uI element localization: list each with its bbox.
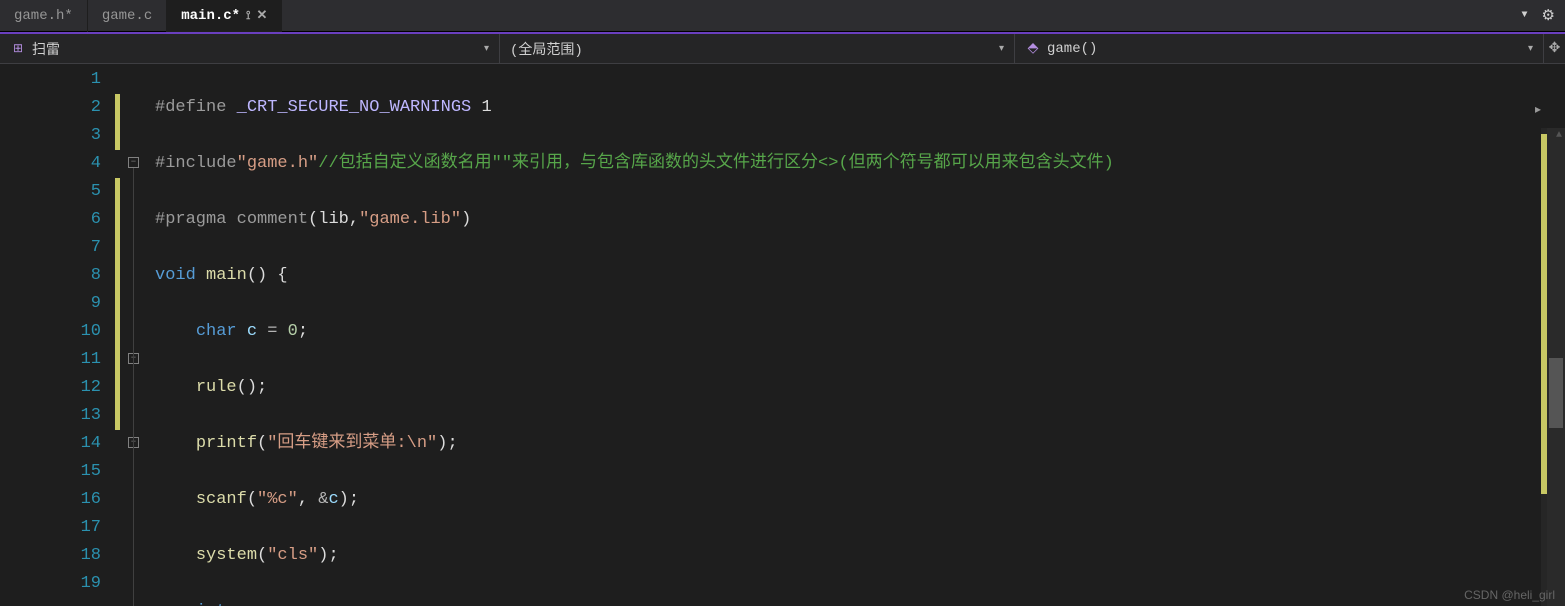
fold-guide	[133, 168, 134, 606]
nav-project-label: 扫雷	[32, 39, 60, 59]
scroll-split-icon[interactable]: ▸	[1535, 102, 1541, 117]
line-number: 18	[0, 542, 101, 570]
scrollbar-thumb[interactable]	[1549, 358, 1563, 428]
line-number: 8	[0, 262, 101, 290]
line-number: 9	[0, 290, 101, 318]
line-number: 2	[0, 94, 101, 122]
line-number: 7	[0, 234, 101, 262]
change-marker	[115, 94, 120, 150]
chevron-down-icon: ▾	[1528, 43, 1533, 55]
nav-scope-label: (全局范围)	[510, 39, 583, 59]
tab-overflow-icon[interactable]: ▼	[1522, 10, 1528, 21]
tab-bar: game.h* game.c main.c* ⟟ ✕ ▼ ⚙	[0, 0, 1565, 32]
fold-gutter: − − −	[115, 64, 155, 606]
tab-label: game.c	[102, 8, 152, 24]
line-number: 10	[0, 318, 101, 346]
gear-icon[interactable]: ⚙	[1542, 6, 1555, 25]
tab-game-c[interactable]: game.c	[88, 0, 167, 32]
scroll-up-icon[interactable]: ▲	[1556, 130, 1562, 141]
tab-label: main.c*	[181, 8, 240, 24]
nav-project-dropdown[interactable]: ⊞ 扫雷 ▾	[0, 34, 500, 63]
line-number: 17	[0, 514, 101, 542]
split-editor-button[interactable]: ✥	[1543, 34, 1565, 63]
project-icon: ⊞	[10, 41, 26, 57]
fold-toggle[interactable]: −	[128, 157, 139, 168]
line-number: 3	[0, 122, 101, 150]
tab-label: game.h*	[14, 8, 73, 24]
change-marker	[115, 178, 120, 430]
close-icon[interactable]: ✕	[257, 8, 268, 23]
line-number: 6	[0, 206, 101, 234]
code-content[interactable]: #define _CRT_SECURE_NO_WARNINGS 1 #inclu…	[155, 64, 1565, 606]
tab-game-h[interactable]: game.h*	[0, 0, 88, 32]
vertical-scrollbar[interactable]	[1547, 128, 1565, 606]
method-icon: ⬘	[1025, 41, 1041, 57]
line-number: 16	[0, 486, 101, 514]
line-number: 13	[0, 402, 101, 430]
nav-member-dropdown[interactable]: ⬘ game() ▾	[1015, 34, 1543, 63]
pin-icon[interactable]: ⟟	[246, 9, 250, 23]
line-number-gutter: 1 2 3 4 5 6 7 8 9 10 11 12 13 14 15 16 1…	[0, 64, 115, 606]
line-number: 12	[0, 374, 101, 402]
tab-main-c[interactable]: main.c* ⟟ ✕	[167, 0, 282, 32]
line-number: 14	[0, 430, 101, 458]
line-number: 1	[0, 66, 101, 94]
line-number: 11	[0, 346, 101, 374]
nav-member-label: game()	[1047, 41, 1097, 57]
editor[interactable]: 1 2 3 4 5 6 7 8 9 10 11 12 13 14 15 16 1…	[0, 64, 1565, 606]
line-number: 4	[0, 150, 101, 178]
watermark: CSDN @heli_girl	[1464, 588, 1555, 602]
chevron-down-icon: ▾	[999, 43, 1004, 55]
line-number: 5	[0, 178, 101, 206]
nav-scope-dropdown[interactable]: (全局范围) ▾	[500, 34, 1015, 63]
line-number: 19	[0, 570, 101, 598]
chevron-down-icon: ▾	[484, 43, 489, 55]
navigation-bar: ⊞ 扫雷 ▾ (全局范围) ▾ ⬘ game() ▾ ✥	[0, 34, 1565, 64]
line-number: 15	[0, 458, 101, 486]
